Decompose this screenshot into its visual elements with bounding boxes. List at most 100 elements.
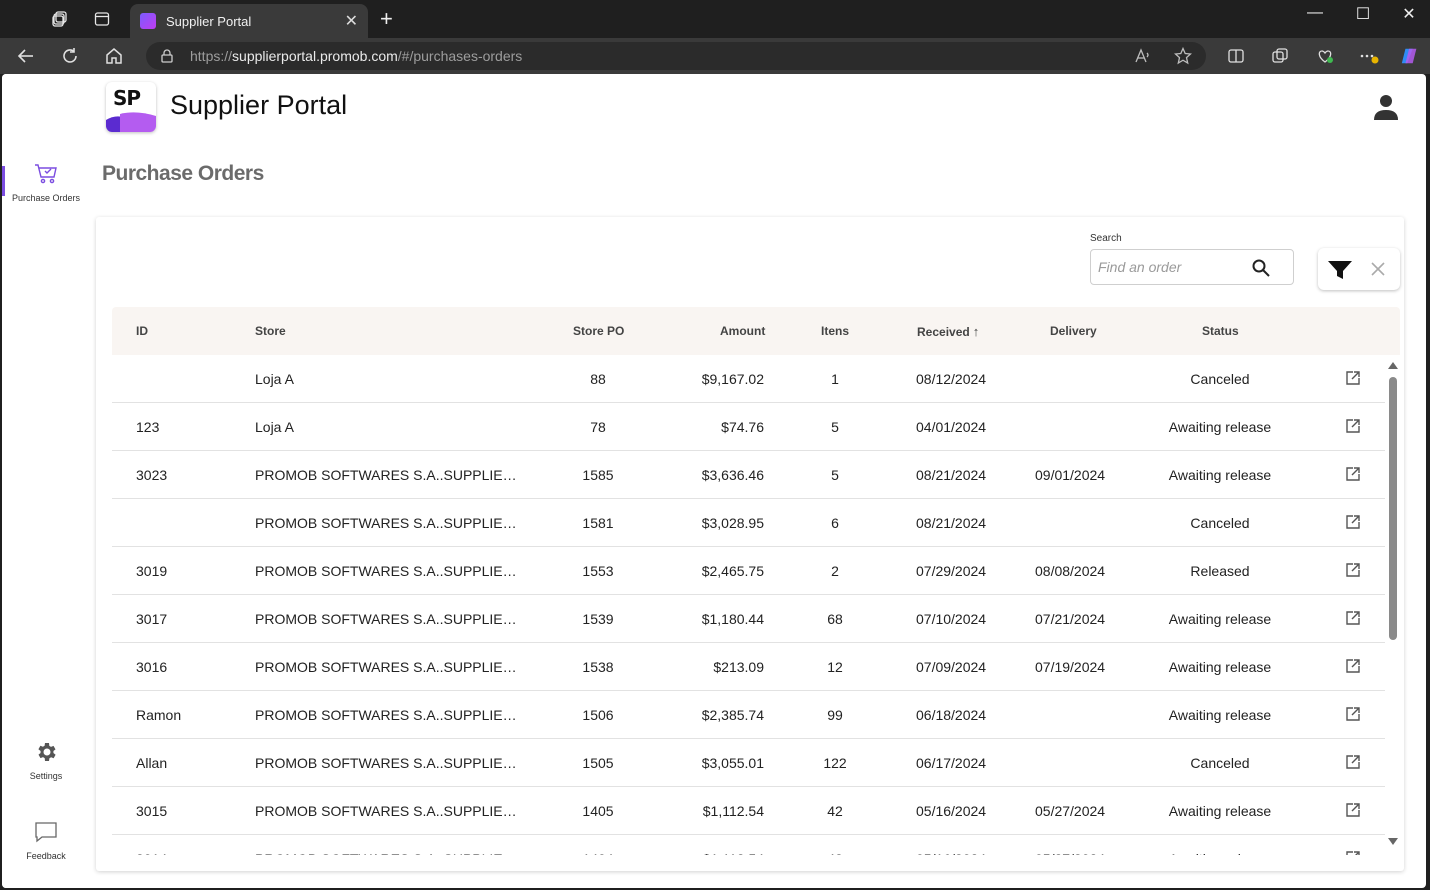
column-header-itens[interactable]: Itens — [821, 324, 849, 338]
cell-delivery: 07/19/2024 — [1035, 659, 1106, 675]
sidebar-item-feedback[interactable]: Feedback — [2, 820, 90, 861]
cell-amount: $1,112.54 — [702, 803, 764, 819]
clear-filter-icon[interactable] — [1370, 261, 1386, 277]
address-bar: https://supplierportal.promob.com/#/purc… — [0, 38, 1430, 74]
table-row[interactable]: 3017 PROMOB SOFTWARES S.A..SUPPLIER PO...… — [112, 595, 1385, 643]
cart-icon — [33, 164, 59, 190]
close-window-icon[interactable]: ✕ — [1386, 4, 1430, 24]
open-in-new-icon[interactable] — [1345, 706, 1361, 722]
open-in-new-icon[interactable] — [1345, 754, 1361, 770]
cell-store: PROMOB SOFTWARES S.A..SUPPLIER PO... — [255, 611, 525, 627]
cell-status: Awaiting release — [1168, 467, 1272, 483]
user-account-icon[interactable] — [1372, 92, 1400, 122]
scroll-up-arrow[interactable] — [1388, 362, 1398, 369]
favorite-star-icon[interactable] — [1173, 46, 1193, 66]
cell-store: PROMOB SOFTWARES S.A..SUPPLIER PO... — [255, 803, 525, 819]
column-header-id[interactable]: ID — [136, 324, 148, 338]
cell-amount: $74.76 — [721, 419, 764, 435]
search-input[interactable] — [1098, 259, 1248, 275]
workspaces-icon[interactable] — [51, 10, 69, 28]
table-row[interactable]: Ramon PROMOB SOFTWARES S.A..SUPPLIER PO..… — [112, 691, 1385, 739]
cell-received: 07/09/2024 — [916, 659, 987, 675]
back-icon[interactable] — [16, 46, 36, 66]
cell-received: 07/29/2024 — [916, 563, 987, 579]
cell-status: Awaiting release — [1150, 851, 1290, 855]
cell-status: Released — [1190, 563, 1250, 579]
table-row[interactable]: Allan PROMOB SOFTWARES S.A..SUPPLIER PO..… — [112, 739, 1385, 787]
cell-itens: 6 — [831, 515, 839, 531]
cell-status: Awaiting release — [1168, 611, 1272, 627]
cell-id: 3017 — [136, 611, 168, 627]
copilot-icon[interactable] — [1400, 46, 1420, 66]
tab-actions-icon[interactable] — [93, 10, 111, 28]
split-screen-icon[interactable] — [1226, 46, 1246, 66]
column-header-received-group[interactable]: Received ↑ — [917, 324, 979, 339]
open-in-new-icon[interactable] — [1345, 850, 1361, 855]
cell-received: 06/17/2024 — [916, 755, 987, 771]
sidebar-item-settings[interactable]: Settings — [2, 740, 90, 781]
open-in-new-icon[interactable] — [1345, 370, 1361, 386]
sidebar-item-purchase-orders[interactable]: Purchase Orders — [2, 162, 90, 203]
open-in-new-icon[interactable] — [1345, 562, 1361, 578]
cell-received: 05/16/2024 — [916, 851, 986, 855]
maximize-icon[interactable]: ☐ — [1340, 4, 1386, 24]
url-field[interactable]: https://supplierportal.promob.com/#/purc… — [146, 42, 1206, 70]
app-title: Supplier Portal — [170, 90, 348, 120]
column-header-store-po[interactable]: Store PO — [573, 324, 624, 338]
home-icon[interactable] — [104, 46, 124, 66]
cell-store: PROMOB SOFTWARES S.A..SUPPLIER PO... — [255, 563, 525, 579]
column-header-amount[interactable]: Amount — [720, 324, 765, 338]
open-in-new-icon[interactable] — [1345, 658, 1361, 674]
table-row[interactable]: 3023 PROMOB SOFTWARES S.A..SUPPLIER PO...… — [112, 451, 1385, 499]
cell-store: PROMOB SOFTWARES S.A..SUPPLIER PO... — [255, 851, 525, 855]
browser-tab-bar: Supplier Portal ✕ + — ☐ ✕ — [0, 0, 1430, 38]
cell-id: 3015 — [136, 803, 168, 819]
browser-tab[interactable]: Supplier Portal ✕ — [130, 4, 368, 38]
search-label: Search — [1090, 233, 1122, 244]
cell-amount: $3,055.01 — [701, 755, 764, 771]
table-row[interactable]: 3014 PROMOB SOFTWARES S.A..SUPPLIER PO...… — [112, 835, 1385, 855]
scroll-down-arrow[interactable] — [1388, 838, 1398, 845]
table-row[interactable]: 3016 PROMOB SOFTWARES S.A..SUPPLIER PO...… — [112, 643, 1385, 691]
lock-icon[interactable] — [160, 49, 174, 63]
close-tab-icon[interactable]: ✕ — [345, 11, 358, 31]
column-header-delivery[interactable]: Delivery — [1050, 324, 1097, 338]
cell-itens: 122 — [823, 755, 847, 771]
more-options-icon[interactable] — [1359, 46, 1379, 66]
filter-icon[interactable] — [1327, 259, 1353, 281]
cell-itens: 99 — [827, 707, 843, 723]
cell-amount: $9,167.02 — [701, 371, 764, 387]
collections-icon[interactable] — [1270, 46, 1290, 66]
open-in-new-icon[interactable] — [1345, 514, 1361, 530]
browser-essentials-icon[interactable] — [1315, 46, 1335, 66]
cell-store: PROMOB SOFTWARES S.A..SUPPLIER PO... — [255, 707, 525, 723]
open-in-new-icon[interactable] — [1345, 418, 1361, 434]
scrollbar-thumb[interactable] — [1389, 377, 1397, 640]
table-row[interactable]: 123 Loja A 78 $74.76 5 04/01/2024 Awaiting rel… — [112, 403, 1385, 451]
cell-status: Canceled — [1190, 755, 1250, 771]
chat-icon — [33, 822, 59, 848]
cell-id: 3023 — [136, 467, 168, 483]
cell-store-po: 1538 — [582, 659, 614, 675]
table-row[interactable]: Loja A 88 $9,167.02 1 08/12/2024 Canceled — [112, 355, 1385, 403]
page-title: Purchase Orders — [102, 162, 264, 185]
open-in-new-icon[interactable] — [1345, 802, 1361, 818]
search-icon[interactable] — [1251, 258, 1271, 278]
cell-itens: 5 — [831, 467, 839, 483]
new-tab-icon[interactable]: + — [380, 8, 393, 30]
column-header-status[interactable]: Status — [1202, 324, 1239, 338]
table-row[interactable]: 3019 PROMOB SOFTWARES S.A..SUPPLIER PO...… — [112, 547, 1385, 595]
column-header-store[interactable]: Store — [255, 324, 286, 338]
refresh-icon[interactable] — [60, 46, 80, 66]
favicon-icon — [140, 13, 156, 29]
open-in-new-icon[interactable] — [1345, 466, 1361, 482]
sort-ascending-icon: ↑ — [972, 324, 980, 339]
read-aloud-icon[interactable] — [1133, 46, 1153, 66]
minimize-icon[interactable]: — — [1292, 4, 1338, 24]
cell-delivery: 08/08/2024 — [1035, 563, 1106, 579]
cell-amount: $3,028.95 — [701, 515, 764, 531]
open-in-new-icon[interactable] — [1345, 610, 1361, 626]
cell-store: PROMOB SOFTWARES S.A..SUPPLIER PO... — [255, 755, 525, 771]
table-row[interactable]: PROMOB SOFTWARES S.A..SUPPLIER PO... 1581… — [112, 499, 1385, 547]
table-row[interactable]: 3015 PROMOB SOFTWARES S.A..SUPPLIER PO...… — [112, 787, 1385, 835]
